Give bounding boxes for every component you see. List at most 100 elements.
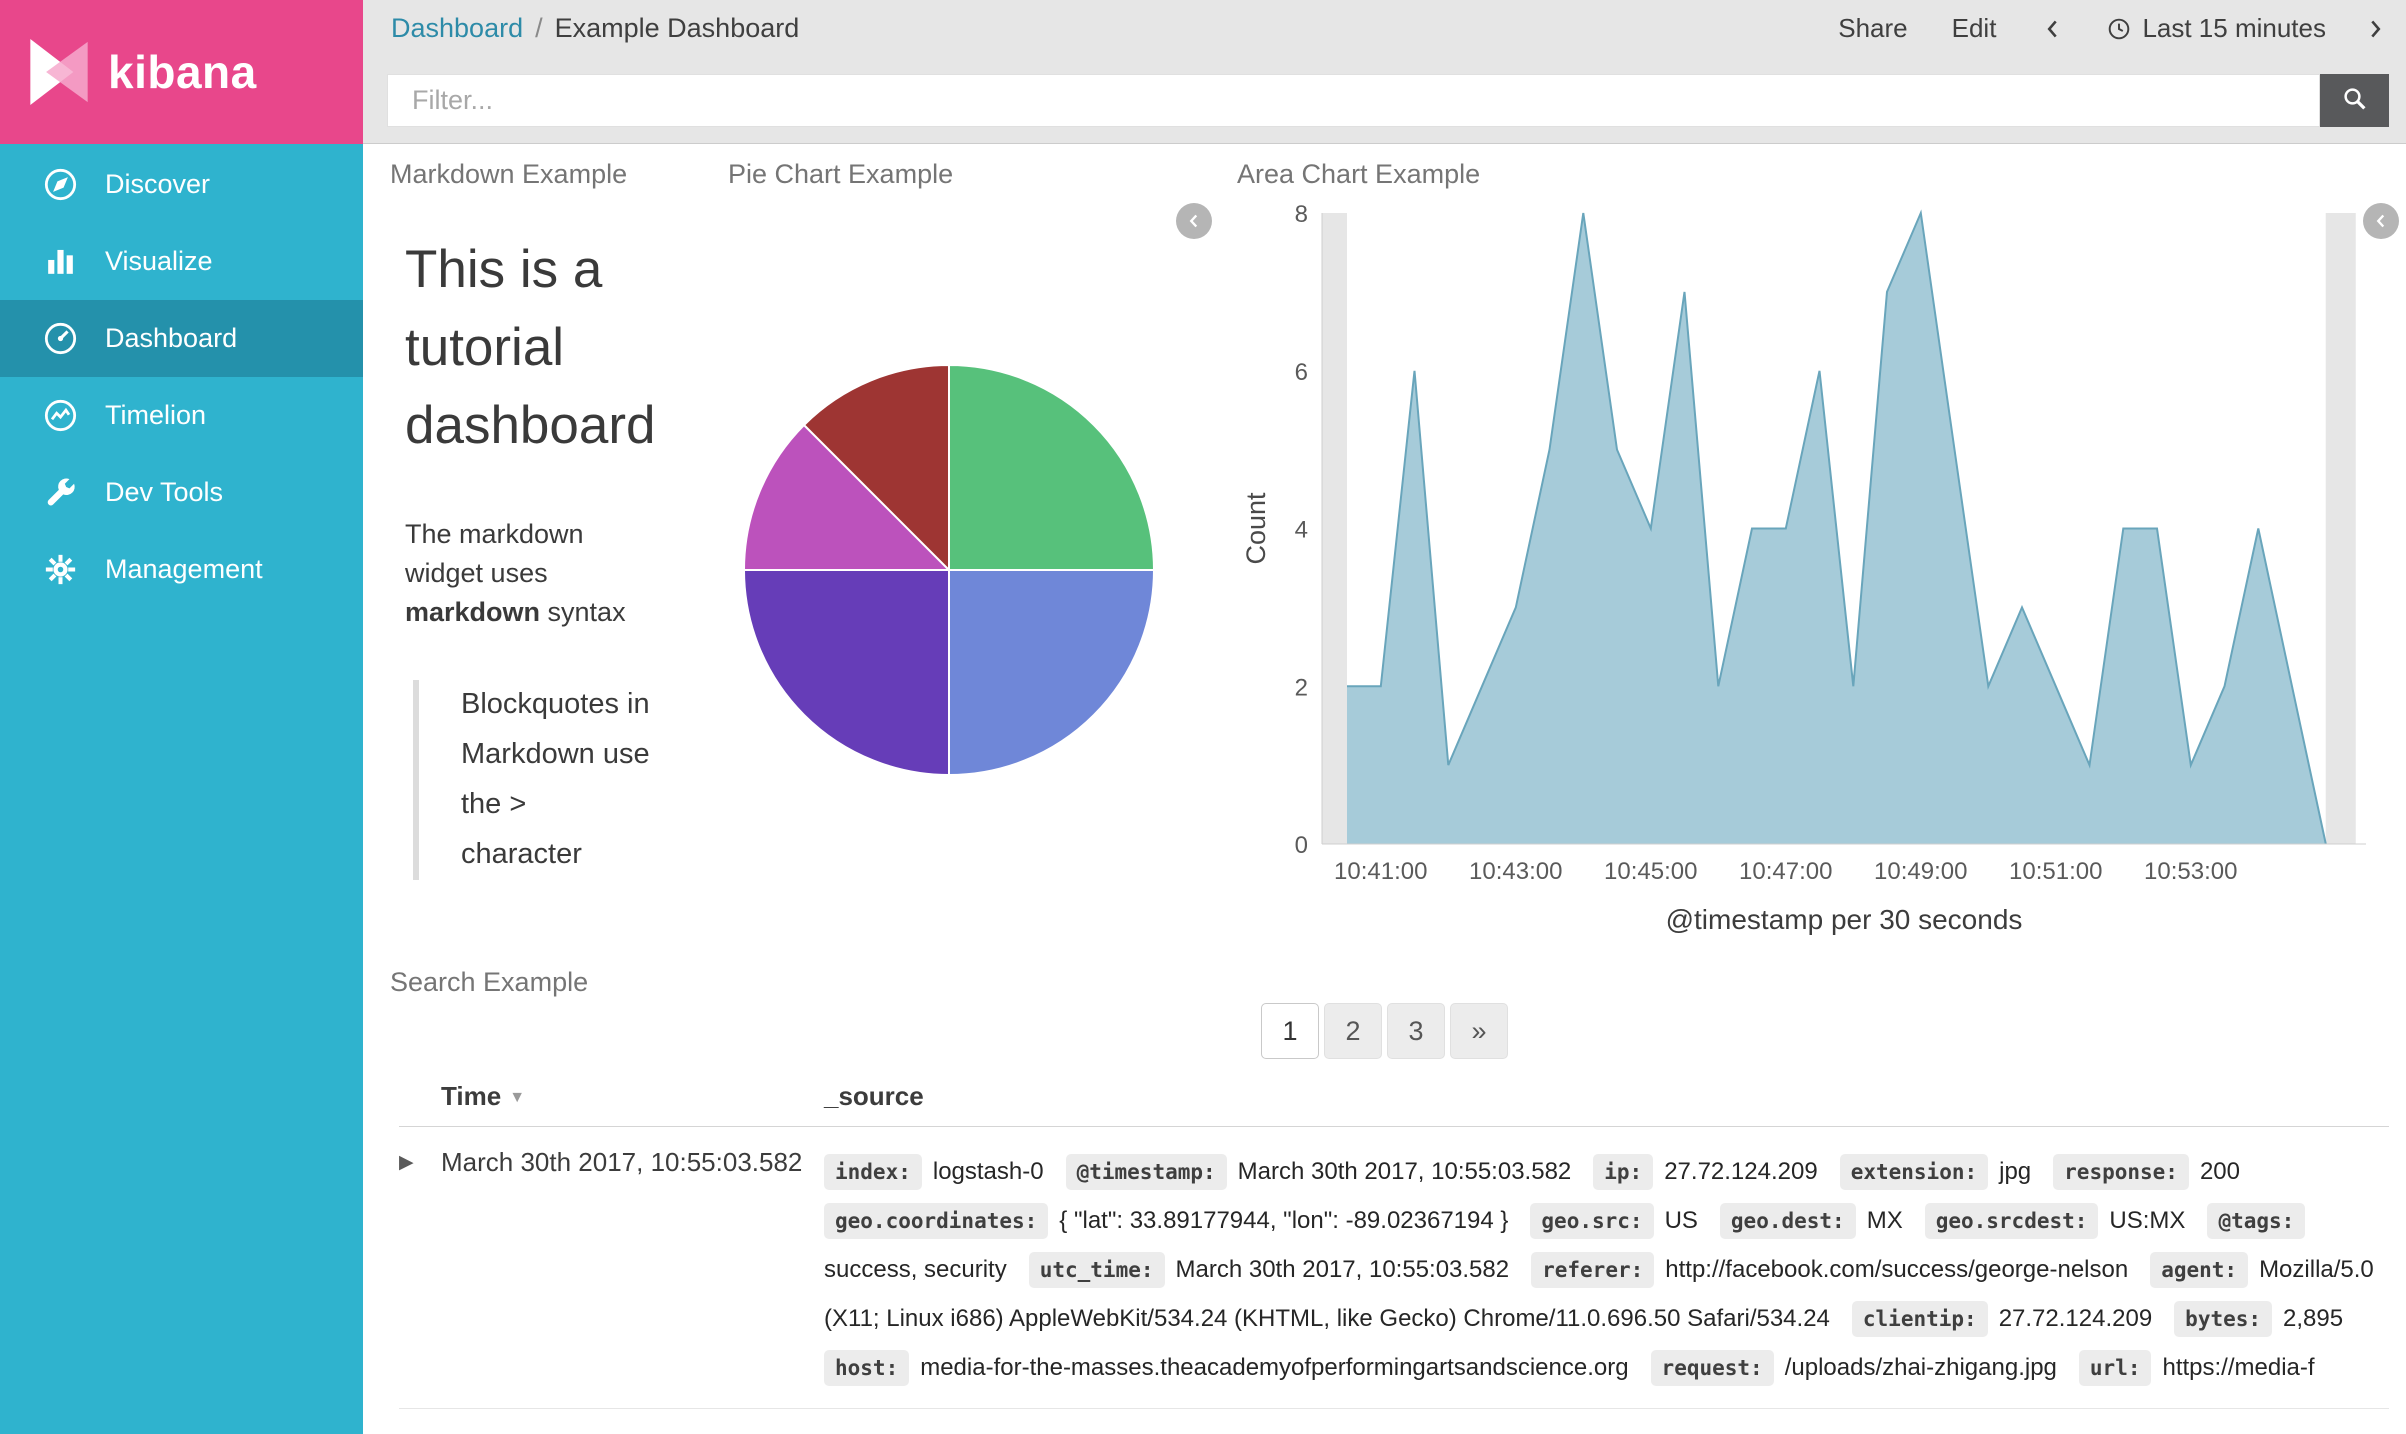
pagination-button-2[interactable]: 2: [1324, 1003, 1382, 1059]
row-time: March 30th 2017, 10:55:03.582: [441, 1147, 803, 1177]
timepicker-label: Last 15 minutes: [2142, 13, 2326, 43]
y-tick-label: 8: [1295, 201, 1308, 228]
field-value: 27.72.124.209: [1998, 1305, 2153, 1332]
sidebar-item-label: Dev Tools: [105, 477, 224, 507]
kibana-logo-icon: [16, 29, 102, 115]
markdown-bold-word: markdown: [405, 597, 541, 628]
sidebar-item-discover[interactable]: Discover: [0, 146, 363, 223]
field-value: jpg: [1999, 1158, 2032, 1185]
field-value: 200: [2199, 1158, 2240, 1185]
filter-bar: [363, 57, 2406, 144]
breadcrumb-separator: /: [535, 13, 543, 43]
endzone-left: [1322, 213, 1347, 844]
breadcrumb-dashboard-link[interactable]: Dashboard: [391, 13, 523, 44]
time-range-forward-icon[interactable]: [2362, 16, 2388, 42]
field-value: March 30th 2017, 10:55:03.582: [1237, 1158, 1572, 1185]
pie-slice-3[interactable]: [742, 569, 950, 777]
field-value: US: [1664, 1207, 1698, 1234]
field-name-badge: geo.src:: [1530, 1203, 1654, 1239]
column-header-time[interactable]: Time: [441, 1081, 501, 1111]
sidebar-item-label: Timelion: [105, 400, 207, 430]
pie-slice-2[interactable]: [948, 569, 1156, 777]
panel-title-markdown: Markdown Example: [390, 159, 628, 189]
y-tick-label: 0: [1295, 832, 1308, 859]
sidebar-item-dashboard[interactable]: Dashboard: [0, 300, 363, 377]
field-name-badge: @tags:: [2207, 1203, 2306, 1239]
x-tick-label: 10:53:00: [2144, 858, 2237, 885]
field-value: http://facebook.com/success/george-nelso…: [1665, 1256, 2129, 1283]
topbar: Dashboard / Example Dashboard Share Edit…: [363, 0, 2406, 144]
y-tick-label: 6: [1295, 359, 1308, 386]
pagination-button-3[interactable]: 3: [1387, 1003, 1445, 1059]
x-tick-label: 10:43:00: [1469, 858, 1562, 885]
row-time: March 30th 2017, 10:55:01.489: [441, 1429, 824, 1434]
sidebar-item-dev-tools[interactable]: Dev Tools: [0, 454, 363, 531]
field-name-badge: geo.srcdest:: [1924, 1203, 2099, 1239]
sidebar: kibana Discover Visualize Dashboard Timelio…: [0, 0, 363, 1434]
row-source: index: logstash-0 @timestamp: March 30th 20…: [824, 1147, 2389, 1392]
expand-row-caret-icon[interactable]: ▶: [399, 1147, 441, 1392]
field-name-badge: geo.coordinates:: [824, 1203, 1049, 1239]
x-tick-label: 10:45:00: [1604, 858, 1697, 885]
field-value: logstash-0: [932, 1158, 1044, 1185]
x-tick-label: 10:41:00: [1334, 858, 1427, 885]
timepicker-button[interactable]: Last 15 minutes: [2106, 13, 2326, 44]
pie-chart: [742, 363, 1156, 777]
time-range-back-icon[interactable]: [2040, 16, 2066, 42]
pagination-button-»[interactable]: »: [1450, 1003, 1508, 1059]
markdown-paragraph: The markdown widget uses markdown syntax: [405, 519, 626, 628]
table-row: ▶March 30th 2017, 10:55:01.489index:logs…: [399, 1409, 2389, 1434]
field-name-badge: referer:: [1531, 1252, 1655, 1288]
field-name-badge: @timestamp:: [1065, 1154, 1227, 1190]
field-value: US:MX: [2109, 1207, 2186, 1234]
field-name-badge: index:: [824, 1154, 922, 1190]
kibana-logo[interactable]: kibana: [0, 0, 363, 144]
dashboard-icon: [42, 320, 79, 357]
search-icon: [2340, 84, 2370, 117]
kibana-logo-text: kibana: [108, 46, 257, 98]
search-button[interactable]: [2320, 74, 2389, 127]
sidebar-item-label: Discover: [105, 169, 211, 199]
y-axis-title: Count: [1243, 492, 1271, 565]
filter-input[interactable]: [387, 74, 2320, 127]
field-value: 2,895: [2283, 1305, 2344, 1332]
column-header-source: _source: [824, 1081, 924, 1111]
sidebar-item-visualize[interactable]: Visualize: [0, 223, 363, 300]
sort-desc-icon[interactable]: ▼: [509, 1089, 525, 1106]
clock-icon: [2106, 16, 2132, 42]
field-name-badge: url:: [2078, 1350, 2152, 1386]
share-button[interactable]: Share: [1838, 13, 1907, 44]
sidebar-item-timelion[interactable]: Timelion: [0, 377, 363, 454]
dashboard-grid: Markdown Example Pie Chart Example Area …: [363, 145, 2406, 1434]
x-tick-label: 10:51:00: [2009, 858, 2102, 885]
field-name-badge: extension:: [1839, 1154, 1989, 1190]
x-tick-label: 10:49:00: [1874, 858, 1967, 885]
area-chart: 0 2 4 6 8 10:41:00 10:43:00 10:45:00 10:47:00 10:…: [1243, 201, 2366, 935]
y-tick-label: 2: [1295, 674, 1308, 701]
sidebar-nav: Discover Visualize Dashboard Timelion Dev To…: [0, 144, 363, 608]
field-value: { "lat": 33.89177944, "lon": -89.0236719…: [1059, 1207, 1509, 1234]
field-value: media-for-the-masses.theacademyofperform…: [920, 1354, 1629, 1381]
panel-title-search: Search Example: [390, 967, 589, 997]
markdown-heading: This is a tutorial dashboard: [405, 240, 656, 455]
breadcrumb-current: Example Dashboard: [554, 13, 800, 43]
field-name-badge: host:: [824, 1350, 910, 1386]
sidebar-item-label: Visualize: [105, 246, 213, 276]
pagination-button-1[interactable]: 1: [1261, 1003, 1319, 1059]
edit-button[interactable]: Edit: [1952, 13, 1997, 44]
field-value: https://media-f: [2162, 1354, 2315, 1381]
pie-slice-1[interactable]: [948, 363, 1156, 571]
x-tick-label: 10:47:00: [1739, 858, 1832, 885]
field-name-badge: ip:: [1593, 1154, 1654, 1190]
field-name-badge: bytes:: [2174, 1301, 2273, 1337]
field-value: success, security: [824, 1256, 1007, 1283]
field-name-badge: utc_time:: [1028, 1252, 1165, 1288]
wrench-icon: [42, 474, 79, 511]
field-name-badge: geo.dest:: [1719, 1203, 1856, 1239]
gear-icon: [42, 551, 79, 588]
panel-collapse-button[interactable]: [1176, 203, 1212, 239]
field-value: 27.72.124.209: [1664, 1158, 1818, 1185]
expand-row-caret-icon[interactable]: ▶: [399, 1429, 441, 1434]
field-name-badge: clientip:: [1851, 1301, 1988, 1337]
sidebar-item-management[interactable]: Management: [0, 531, 363, 608]
